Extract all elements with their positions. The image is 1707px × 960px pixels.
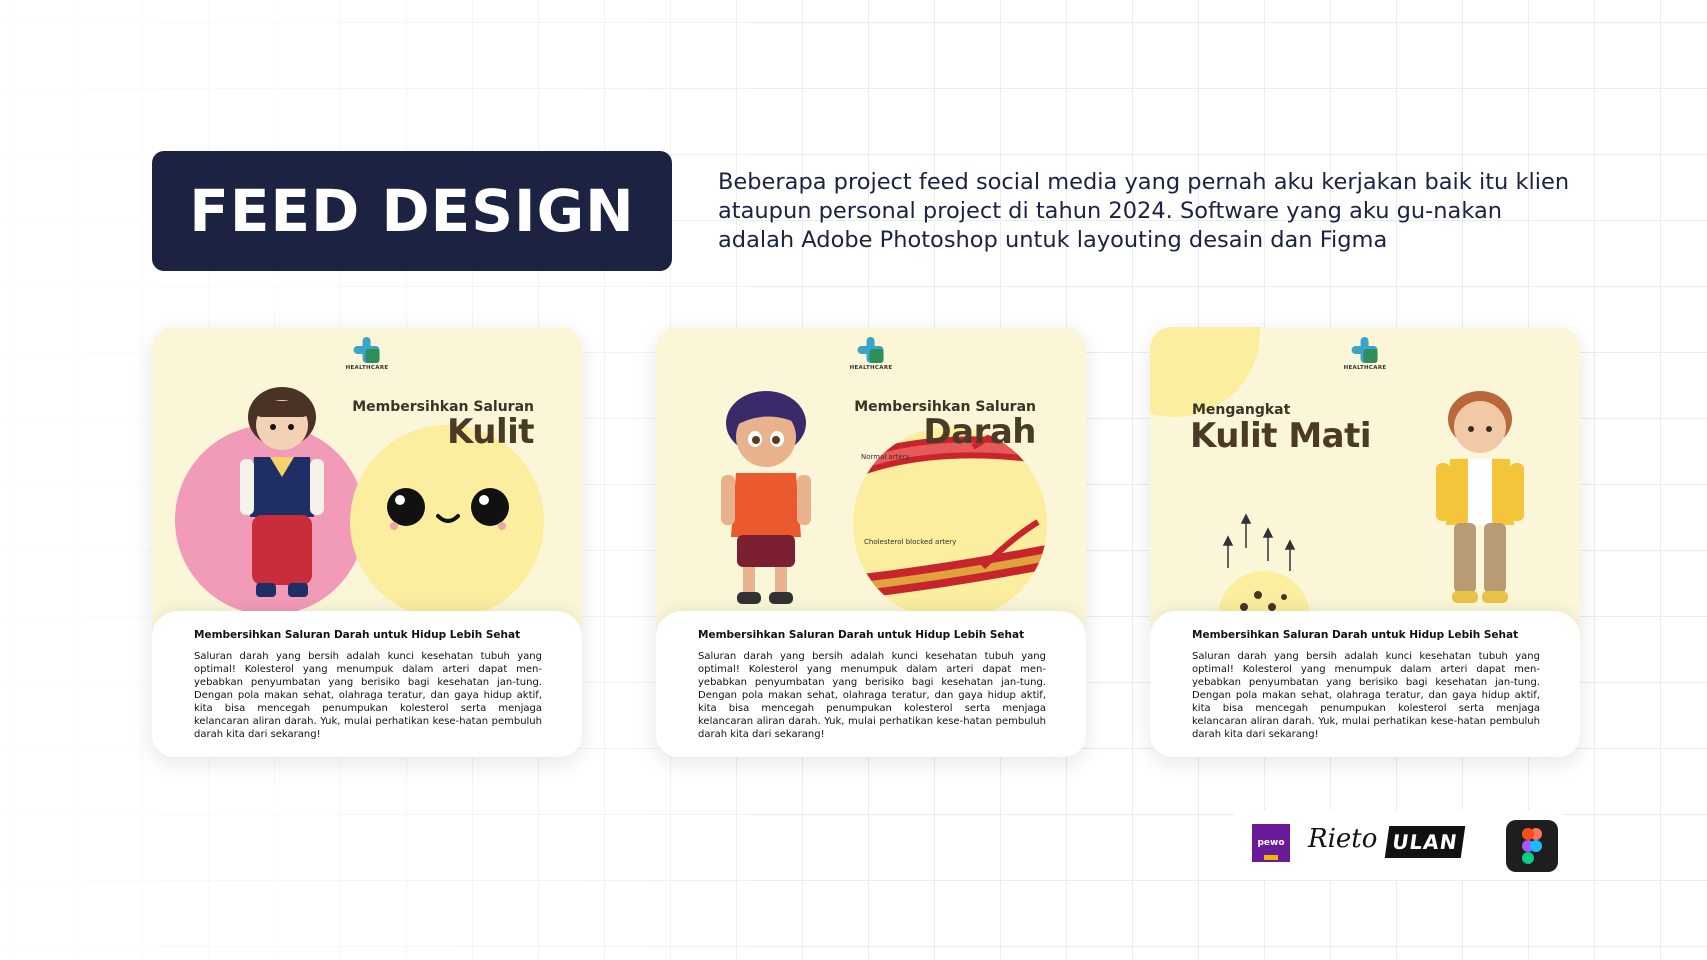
panel-body: Saluran darah yang bersih adalah kunci k… — [194, 651, 542, 740]
card-title: Kulit — [446, 412, 535, 452]
feed-card-darah[interactable]: Normal artery Cholesterol blocked artery… — [656, 327, 1086, 757]
boy-yellow-jacket-icon — [1436, 391, 1524, 603]
panel-heading: Membersihkan Saluran Darah untuk Hidup L… — [698, 629, 1025, 641]
tools-logos-strip: pewo Rieto ULAN — [1234, 810, 1564, 880]
artery-label-normal: Normal artery — [861, 453, 910, 461]
panel-body: Saluran darah yang bersih adalah kunci k… — [698, 651, 1046, 740]
panel-body: Saluran darah yang bersih adalah kunci k… — [1192, 651, 1540, 740]
healthcare-cross-icon — [1351, 337, 1378, 363]
pewo-logo-text: pewo — [1257, 838, 1285, 848]
page-description: Beberapa project feed social media yang … — [718, 169, 1570, 253]
healthcare-cross-icon — [857, 337, 884, 363]
healthcare-logo: HEALTHCARE — [850, 337, 893, 371]
page-title: FEED DESIGN — [189, 177, 635, 245]
artery-label-blocked: Cholesterol blocked artery — [864, 538, 957, 546]
logo-text: HEALTHCARE — [849, 365, 893, 371]
pewo-logo-icon: pewo — [1252, 824, 1290, 862]
healthcare-logo: HEALTHCARE — [1344, 337, 1387, 371]
card-title: Darah — [923, 412, 1036, 452]
figma-icon — [1506, 820, 1558, 872]
ulan-logo-text: ULAN — [1390, 830, 1460, 854]
card-title: Kulit Mati — [1190, 416, 1372, 456]
boy-character-icon — [721, 391, 811, 604]
card-text-panel: Membersihkan Saluran Darah untuk Hidup L… — [1150, 611, 1580, 757]
card-text-panel: Membersihkan Saluran Darah untuk Hidup L… — [152, 611, 582, 757]
logo-text: HEALTHCARE — [345, 365, 389, 371]
logo-text: HEALTHCARE — [1343, 365, 1387, 371]
panel-heading: Membersihkan Saluran Darah untuk Hidup L… — [194, 629, 521, 641]
smiley-face-icon — [387, 488, 509, 530]
girl-character-icon — [240, 387, 324, 597]
healthcare-logo: HEALTHCARE — [346, 337, 389, 371]
signature-logo-text: Rieto — [1308, 824, 1378, 854]
feed-card-kulit-mati[interactable]: HEALTHCARE Mengangkat Kulit Mati Members… — [1150, 327, 1580, 757]
signature-logo-icon: Rieto — [1308, 824, 1377, 854]
card-text-panel: Membersihkan Saluran Darah untuk Hidup L… — [656, 611, 1086, 757]
panel-heading: Membersihkan Saluran Darah untuk Hidup L… — [1192, 629, 1519, 641]
ulan-logo-icon: ULAN — [1384, 826, 1466, 858]
healthcare-cross-icon — [353, 337, 380, 363]
feed-card-kulit[interactable]: HEALTHCARE Membersihkan Saluran Kulit Me… — [152, 327, 582, 757]
title-banner: FEED DESIGN — [152, 151, 672, 271]
up-arrows-icon — [1222, 513, 1296, 571]
